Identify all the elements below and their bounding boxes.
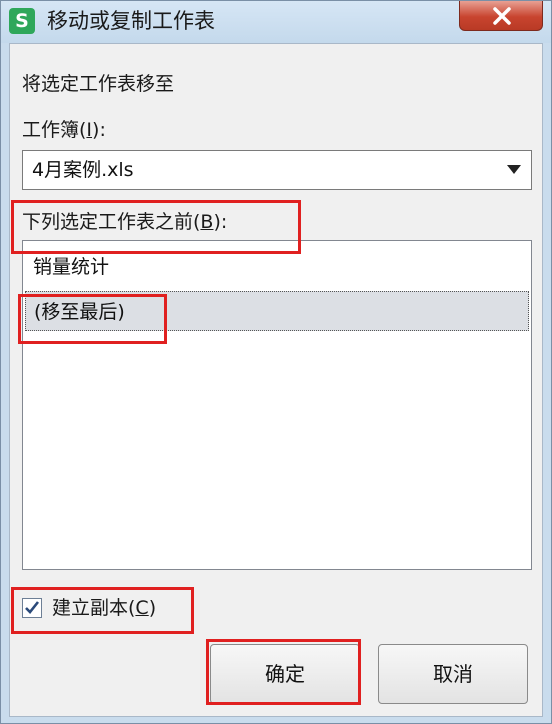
sheet-listbox[interactable]: 销量统计 (移至最后)	[22, 240, 532, 570]
create-copy-checkbox[interactable]	[22, 598, 42, 618]
workbook-select-value: 4月案例.xls	[32, 159, 134, 181]
ok-button[interactable]: 确定	[210, 644, 360, 704]
close-button[interactable]	[459, 1, 543, 31]
list-item-selected[interactable]: (移至最后)	[25, 291, 529, 331]
dialog-title: 移动或复制工作表	[47, 9, 215, 33]
title-bar: S 移动或复制工作表	[1, 1, 551, 43]
cancel-button[interactable]: 取消	[378, 644, 528, 704]
move-to-label: 将选定工作表移至	[22, 73, 175, 95]
move-copy-sheet-dialog: S 移动或复制工作表 将选定工作表移至 工作簿(I): 4月案例.xls 下列选…	[0, 0, 552, 724]
create-copy-label: 建立副本(C)	[52, 597, 157, 619]
close-icon	[493, 7, 511, 25]
checkmark-icon	[25, 601, 40, 614]
chevron-down-icon	[507, 165, 521, 174]
workbook-label: 工作簿(I):	[22, 119, 106, 141]
workbook-select[interactable]: 4月案例.xls	[22, 150, 532, 190]
before-sheet-label: 下列选定工作表之前(B):	[22, 211, 228, 233]
wps-spreadsheet-icon: S	[9, 8, 35, 34]
list-item[interactable]: 销量统计	[25, 247, 529, 287]
dialog-body: 将选定工作表移至 工作簿(I): 4月案例.xls 下列选定工作表之前(B): …	[9, 43, 543, 717]
